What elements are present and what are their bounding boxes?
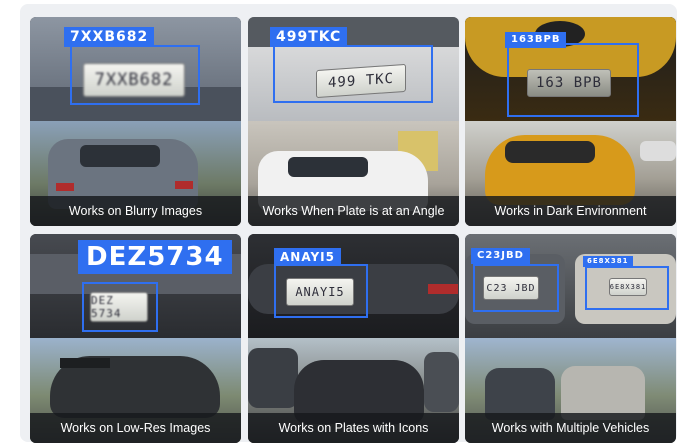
card-caption: Works on Plates with Icons — [248, 413, 459, 443]
plate-closeup: DEZ 5734 DEZ5734 — [30, 234, 241, 338]
plate-closeup: 499 TKC 499TKC — [248, 17, 459, 121]
plate-closeup: 163 BPB 163BPB — [465, 17, 676, 121]
plate-label: C23JBD — [471, 248, 530, 264]
card-caption: Works with Multiple Vehicles — [465, 413, 676, 443]
plate-bounding-box — [82, 282, 158, 332]
card-caption: Works on Blurry Images — [30, 196, 241, 226]
card-icons: ANAYI5 ANAYI5 Works on Plates with Icons — [248, 234, 459, 443]
plate-label: 7XXB682 — [64, 27, 155, 47]
card-caption: Works on Low-Res Images — [30, 413, 241, 443]
plate-closeup: 7XXB682 7XXB682 — [30, 17, 241, 121]
plate-closeup: ANAYI5 ANAYI5 — [248, 234, 459, 338]
plate-label-2: 6E8X381 — [583, 256, 633, 267]
plate-closeup: C23 JBD C23JBD 6E8X381 6E8X381 — [465, 234, 676, 338]
plate-label: 499TKC — [270, 27, 348, 47]
plate-bounding-box — [507, 43, 639, 117]
plate-bounding-box — [473, 264, 559, 312]
plate-bounding-box — [70, 45, 200, 105]
plate-label: DEZ5734 — [78, 240, 232, 274]
card-dark: 163 BPB 163BPB Works in Dark Environment — [465, 17, 676, 226]
plate-label: 163BPB — [505, 32, 567, 48]
plate-bounding-box — [274, 264, 368, 318]
card-caption: Works When Plate is at an Angle — [248, 196, 459, 226]
plate-label: ANAYI5 — [274, 248, 341, 266]
card-caption: Works in Dark Environment — [465, 196, 676, 226]
plate-bounding-box — [273, 45, 433, 103]
plate-bounding-box-2 — [585, 266, 669, 310]
card-angle: 499 TKC 499TKC Works When Plate is at an… — [248, 17, 459, 226]
card-blurry: 7XXB682 7XXB682 Works on Blurry Images — [30, 17, 241, 226]
card-multiple-vehicles: C23 JBD C23JBD 6E8X381 6E8X381 Works wit… — [465, 234, 676, 443]
card-low-res: DEZ 5734 DEZ5734 Works on Low-Res Images — [30, 234, 241, 443]
